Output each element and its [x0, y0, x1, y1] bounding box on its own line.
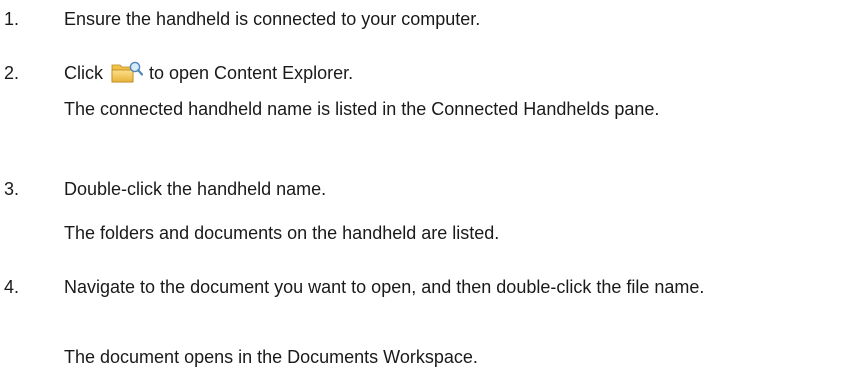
instructions-page: 1. Ensure the handheld is connected to y…	[0, 0, 850, 375]
step-3-result: The folders and documents on the handhel…	[64, 223, 500, 243]
step-number: 3.	[4, 179, 20, 199]
step-number: 4.	[4, 277, 20, 297]
step-text-before: Click	[64, 63, 103, 83]
step-2-result: The connected handheld name is listed in…	[64, 99, 660, 119]
step-text-after: to open Content Explorer.	[149, 63, 354, 83]
step-text: Click to open Content Explorer.	[64, 60, 794, 87]
step-text: Double-click the handheld name.	[64, 179, 327, 199]
step-text: Ensure the handheld is connected to your…	[64, 9, 481, 29]
content-explorer-folder-icon	[111, 61, 144, 83]
step-number: 1.	[4, 9, 20, 29]
step-4-result: The document opens in the Documents Work…	[64, 347, 478, 367]
step-number: 2.	[4, 63, 20, 83]
step-text: Navigate to the document you want to ope…	[64, 277, 705, 297]
